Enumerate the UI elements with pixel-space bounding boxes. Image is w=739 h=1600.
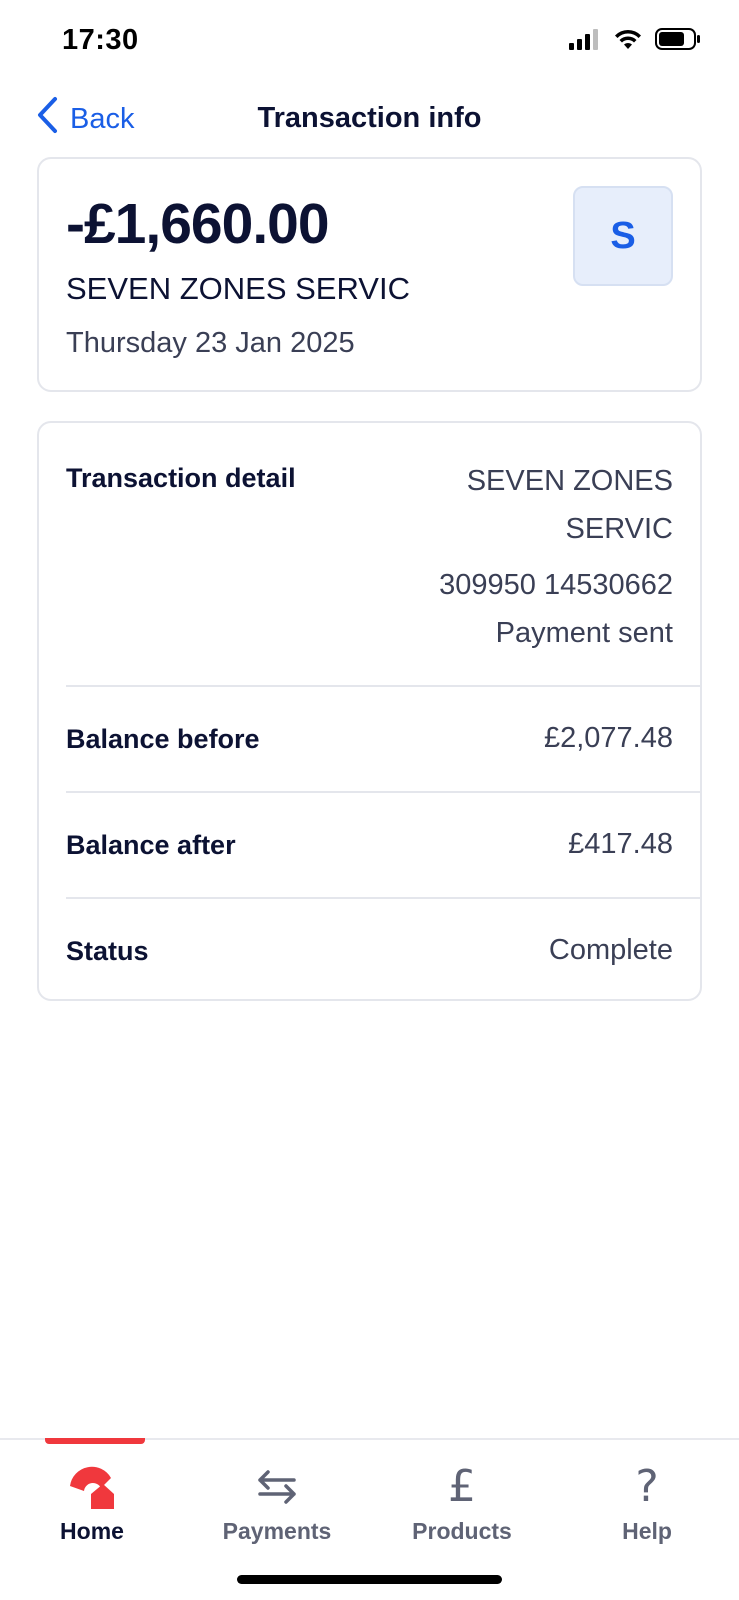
cellular-signal-icon	[569, 28, 601, 55]
transaction-details-card: Transaction detail SEVEN ZONES SERVIC 30…	[37, 421, 702, 1001]
wifi-icon	[613, 28, 643, 55]
payee-account-number: 309950 14530662	[439, 569, 673, 601]
tab-products-label: Products	[412, 1518, 512, 1544]
transfer-arrows-icon	[197, 1462, 357, 1512]
tab-home-label: Home	[60, 1518, 124, 1544]
transaction-amount: -£1,660.00	[66, 192, 330, 256]
transaction-type: Payment sent	[495, 617, 673, 649]
tab-home[interactable]: Home	[12, 1462, 172, 1545]
status-icons	[569, 28, 701, 55]
merchant-avatar: S	[573, 186, 673, 286]
payee-name-line1: SEVEN ZONES	[466, 465, 673, 497]
status-label: Status	[66, 936, 149, 966]
transaction-detail-values: SEVEN ZONES SERVIC 309950 14530662 Payme…	[439, 457, 673, 657]
balance-before-row: Balance before £2,077.48	[66, 687, 700, 793]
tab-help-label: Help	[622, 1518, 672, 1544]
tab-help[interactable]: ? Help	[567, 1462, 727, 1545]
balance-after-label: Balance after	[66, 830, 236, 860]
status-time: 17:30	[62, 24, 139, 56]
tab-payments[interactable]: Payments	[197, 1462, 357, 1545]
transaction-date: Thursday 23 Jan 2025	[66, 327, 355, 359]
question-mark-icon: ?	[635, 1461, 659, 1512]
home-icon	[12, 1462, 172, 1512]
home-indicator-bar[interactable]	[237, 1575, 502, 1584]
balance-after-value: £417.48	[568, 828, 673, 860]
transaction-detail-label: Transaction detail	[66, 463, 296, 493]
battery-icon	[655, 28, 701, 55]
transaction-summary-card: -£1,660.00 SEVEN ZONES SERVIC Thursday 2…	[37, 157, 702, 392]
page-title: Transaction info	[257, 102, 482, 134]
balance-before-label: Balance before	[66, 724, 260, 754]
balance-before-value: £2,077.48	[543, 722, 673, 754]
tab-products[interactable]: £ Products	[382, 1462, 542, 1545]
merchant-name: SEVEN ZONES SERVIC	[66, 271, 410, 306]
transaction-info-screen: 17:30 Back Transaction info -£1,660.00 S…	[0, 0, 739, 1600]
payee-name-line2: SERVIC	[565, 513, 673, 545]
balance-after-row: Balance after £417.48	[66, 793, 700, 899]
pound-icon: £	[448, 1461, 476, 1512]
status-bar: 17:30	[0, 0, 739, 80]
tab-payments-label: Payments	[222, 1518, 332, 1544]
active-tab-indicator	[45, 1438, 145, 1444]
status-value: Complete	[548, 934, 673, 966]
status-row: Status Complete	[66, 899, 700, 1003]
navigation-bar: Back Transaction info	[0, 90, 739, 150]
transaction-detail-row: Transaction detail SEVEN ZONES SERVIC 30…	[66, 423, 700, 687]
